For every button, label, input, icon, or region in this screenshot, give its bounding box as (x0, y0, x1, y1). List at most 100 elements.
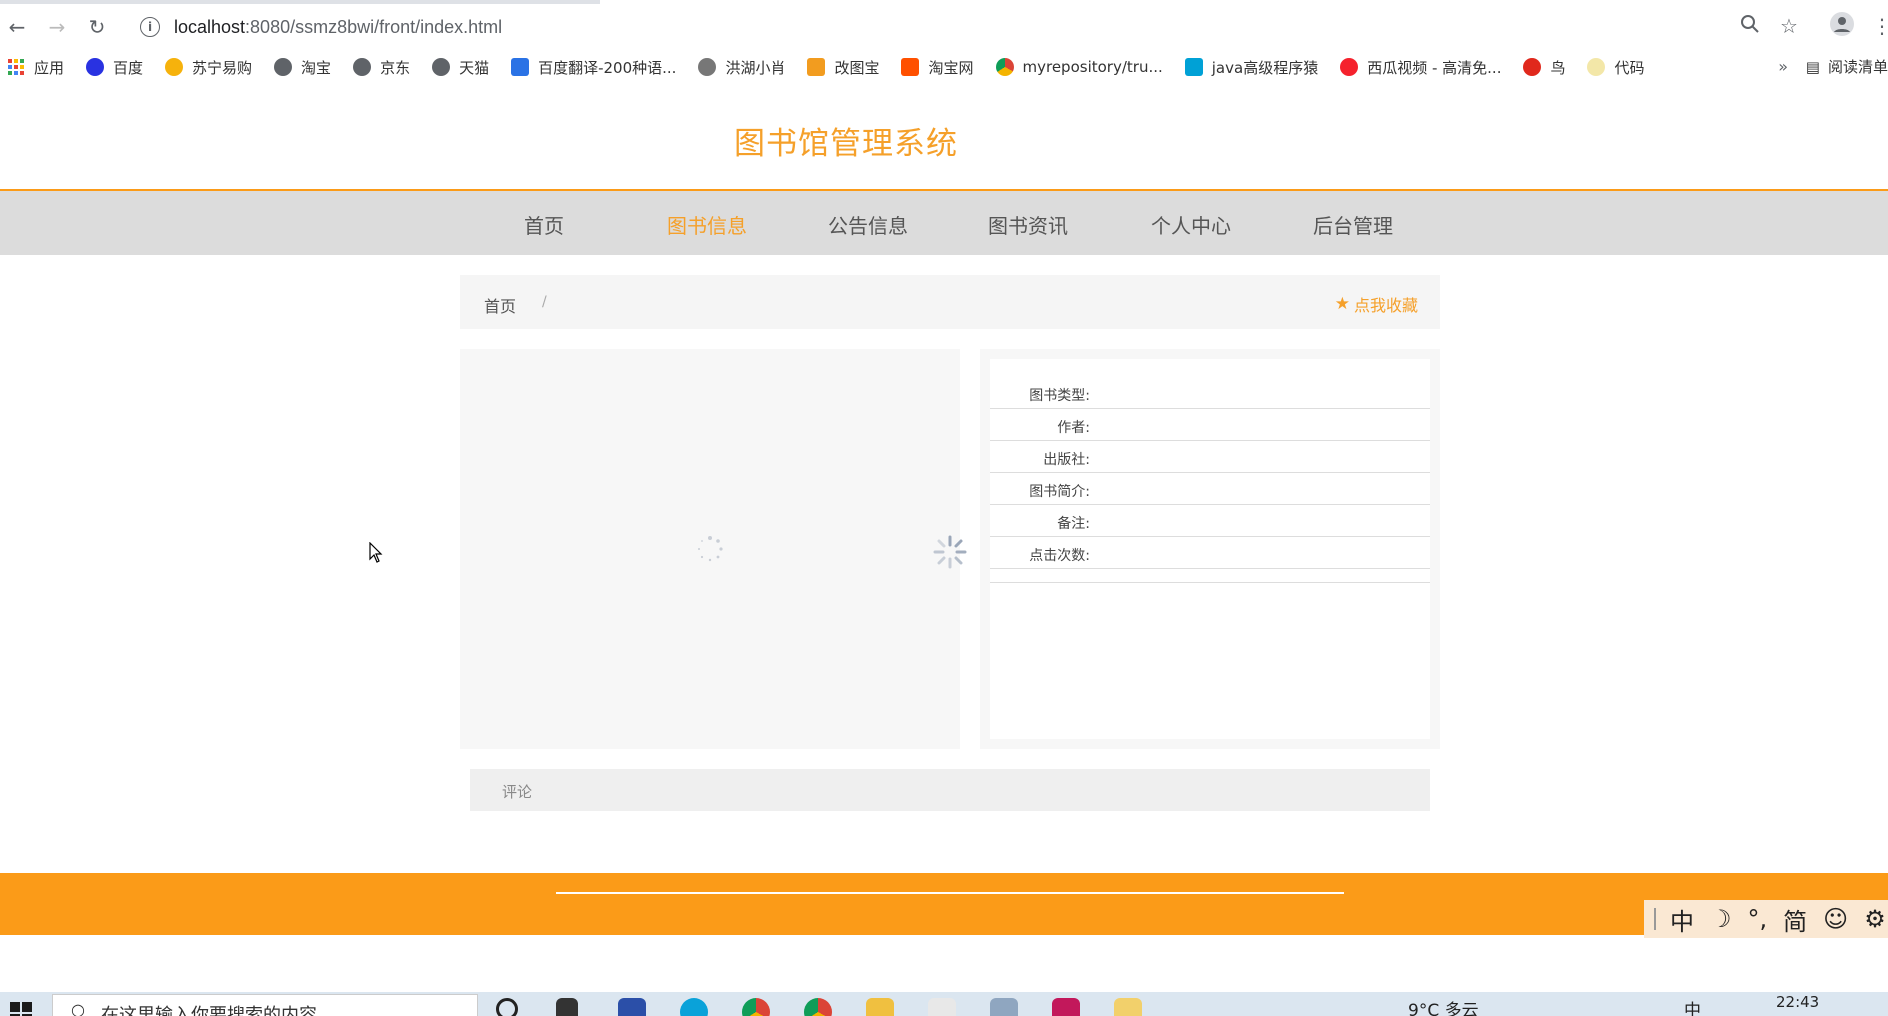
bookmark-label: myrepository/tru... (1022, 58, 1163, 76)
bookmark-gaitubao[interactable]: 改图宝 (807, 57, 879, 78)
apps-icon (8, 59, 24, 75)
breadcrumb: 首页 / ★ 点我收藏 (460, 275, 1440, 329)
url-text[interactable]: localhost:8080/ssmz8bwi/front/index.html (174, 17, 502, 38)
bookmark-bird[interactable]: 鸟 (1523, 57, 1565, 78)
book-image-panel (460, 349, 960, 749)
nav-home[interactable]: 首页 (524, 210, 564, 239)
bookmark-java[interactable]: java高级程序猿 (1184, 57, 1319, 78)
bookmark-code[interactable]: 代码 (1587, 57, 1645, 78)
menu-icon[interactable]: ⋮ (1872, 14, 1888, 38)
file-explorer-icon[interactable] (866, 998, 894, 1016)
bookmark-label: java高级程序猿 (1211, 58, 1319, 77)
footer-divider (556, 892, 1344, 894)
address-bar[interactable]: i localhost:8080/ssmz8bwi/front/index.ht… (128, 11, 1768, 43)
bookmark-suning[interactable]: 苏宁易购 (165, 57, 252, 78)
profile-avatar-icon[interactable] (1830, 12, 1854, 41)
main-nav: 首页 图书信息 公告信息 图书资讯 个人中心 后台管理 (0, 189, 1888, 255)
mouse-cursor-icon (369, 542, 383, 563)
site-footer (0, 873, 1888, 935)
ime-toolbar: 中 ☽ °, 简 ☺ ⚙ (1644, 900, 1888, 938)
breadcrumb-home[interactable]: 首页 (484, 293, 516, 317)
xigua-icon (1340, 58, 1359, 76)
info-row-empty (990, 569, 1430, 583)
toolbar: ← → ↻ i localhost:8080/ssmz8bwi/front/in… (0, 4, 1888, 50)
info-label: 图书类型: (1029, 388, 1090, 404)
edge-icon[interactable] (680, 998, 708, 1016)
gaitubao-icon (807, 58, 826, 76)
bookmark-honghu[interactable]: 洪湖小肖 (698, 57, 785, 78)
bookmark-apps[interactable]: 应用 (8, 57, 64, 78)
bookmark-baidu[interactable]: 百度 (86, 57, 143, 78)
moon-icon[interactable]: ☽ (1710, 905, 1732, 933)
breadcrumb-separator: / (542, 294, 547, 310)
gear-icon[interactable]: ⚙ (1864, 905, 1886, 933)
bookmark-tmall[interactable]: 天猫 (432, 57, 489, 78)
taobao-icon (901, 58, 920, 76)
ime-simplified[interactable]: 简 (1783, 902, 1807, 937)
info-row-summary: 图书简介: (990, 473, 1430, 505)
globe-icon (432, 58, 451, 76)
add-favorite-button[interactable]: ★ 点我收藏 (1335, 292, 1418, 316)
bookmarks-bar: 应用 百度 苏宁易购 淘宝 京东 天猫 百度翻译-200种语... 洪湖小肖 改… (0, 52, 1888, 82)
bookmark-taobao[interactable]: 淘宝 (274, 57, 331, 78)
code-icon (1587, 58, 1606, 76)
nav-personal-center[interactable]: 个人中心 (1151, 210, 1231, 239)
windows-start-icon[interactable] (10, 1002, 32, 1016)
cortana-icon[interactable] (496, 998, 518, 1016)
site-title: 图书馆管理系统 (734, 126, 958, 162)
back-icon[interactable]: ← (4, 14, 30, 40)
system-clock[interactable]: 22:43 (1776, 993, 1819, 1011)
favorite-label: 点我收藏 (1353, 296, 1418, 315)
info-row-notes: 备注: (990, 505, 1430, 537)
ime-drag-handle[interactable] (1654, 908, 1656, 930)
emoji-icon[interactable]: ☺ (1823, 905, 1848, 933)
chrome-icon[interactable] (804, 998, 832, 1016)
bookmark-myrepository[interactable]: myrepository/tru... (995, 58, 1163, 76)
reading-list-label: 阅读清单 (1827, 58, 1888, 76)
bookmark-star-icon[interactable]: ☆ (1780, 14, 1798, 38)
taskbar-search-placeholder: 在这里输入你要搜索的内容 (101, 1005, 317, 1016)
weather-widget[interactable]: 9°C 多云 (1408, 996, 1479, 1016)
bookmark-label: 苏宁易购 (192, 58, 253, 77)
bilibili-icon (1184, 58, 1203, 76)
reload-icon[interactable]: ↻ (84, 14, 110, 40)
nav-book-news[interactable]: 图书资讯 (988, 210, 1068, 239)
app-icon[interactable] (618, 998, 646, 1016)
bookmark-jd[interactable]: 京东 (353, 57, 410, 78)
baidu-icon (86, 58, 105, 76)
star-icon: ★ (1334, 294, 1350, 314)
bookmark-baidu-translate[interactable]: 百度翻译-200种语... (511, 57, 676, 78)
app-icon[interactable] (928, 998, 956, 1016)
ime-punctuation[interactable]: °, (1748, 905, 1768, 933)
bookmarks-overflow-button[interactable]: » (1778, 57, 1788, 76)
chrome-icon[interactable] (742, 998, 770, 1016)
reading-list-button[interactable]: ▤ 阅读清单 (1806, 56, 1888, 77)
task-view-icon[interactable] (556, 998, 578, 1016)
book-info-table: 图书类型: 作者: 出版社: 图书简介: 备注: 点击次数: (990, 377, 1430, 583)
intellij-icon[interactable] (1052, 998, 1080, 1016)
zoom-icon[interactable] (1740, 14, 1760, 39)
nav-book-info[interactable]: 图书信息 (667, 210, 747, 239)
bookmark-label: 百度 (113, 58, 144, 77)
folder-icon[interactable] (1114, 998, 1142, 1016)
bookmark-xigua[interactable]: 西瓜视频 - 高清免... (1340, 57, 1501, 78)
book-info-card: 图书类型: 作者: 出版社: 图书简介: 备注: 点击次数: (990, 359, 1430, 739)
bookmark-taobao-net[interactable]: 淘宝网 (901, 57, 974, 78)
forward-icon[interactable]: → (44, 14, 70, 40)
ime-chinese-mode[interactable]: 中 (1670, 902, 1694, 937)
url-path: :8080/ssmz8bwi/front/index.html (245, 16, 503, 37)
info-label: 点击次数: (1029, 548, 1090, 564)
bookmark-label: 代码 (1614, 58, 1645, 77)
taskbar-search-input[interactable]: ○ 在这里输入你要搜索的内容 (52, 994, 478, 1016)
search-icon: ○ (71, 1000, 85, 1016)
bookmark-label: 京东 (380, 58, 411, 77)
app-icon[interactable] (990, 998, 1018, 1016)
bookmark-label: 天猫 (459, 58, 490, 77)
input-language[interactable]: 中 (1684, 996, 1701, 1016)
nav-announcements[interactable]: 公告信息 (828, 210, 908, 239)
nav-admin[interactable]: 后台管理 (1313, 210, 1393, 239)
comment-tab[interactable]: 评论 (470, 769, 1430, 811)
site-info-icon[interactable]: i (140, 17, 160, 37)
loading-spinner-icon (933, 535, 967, 569)
comment-label: 评论 (502, 783, 533, 801)
